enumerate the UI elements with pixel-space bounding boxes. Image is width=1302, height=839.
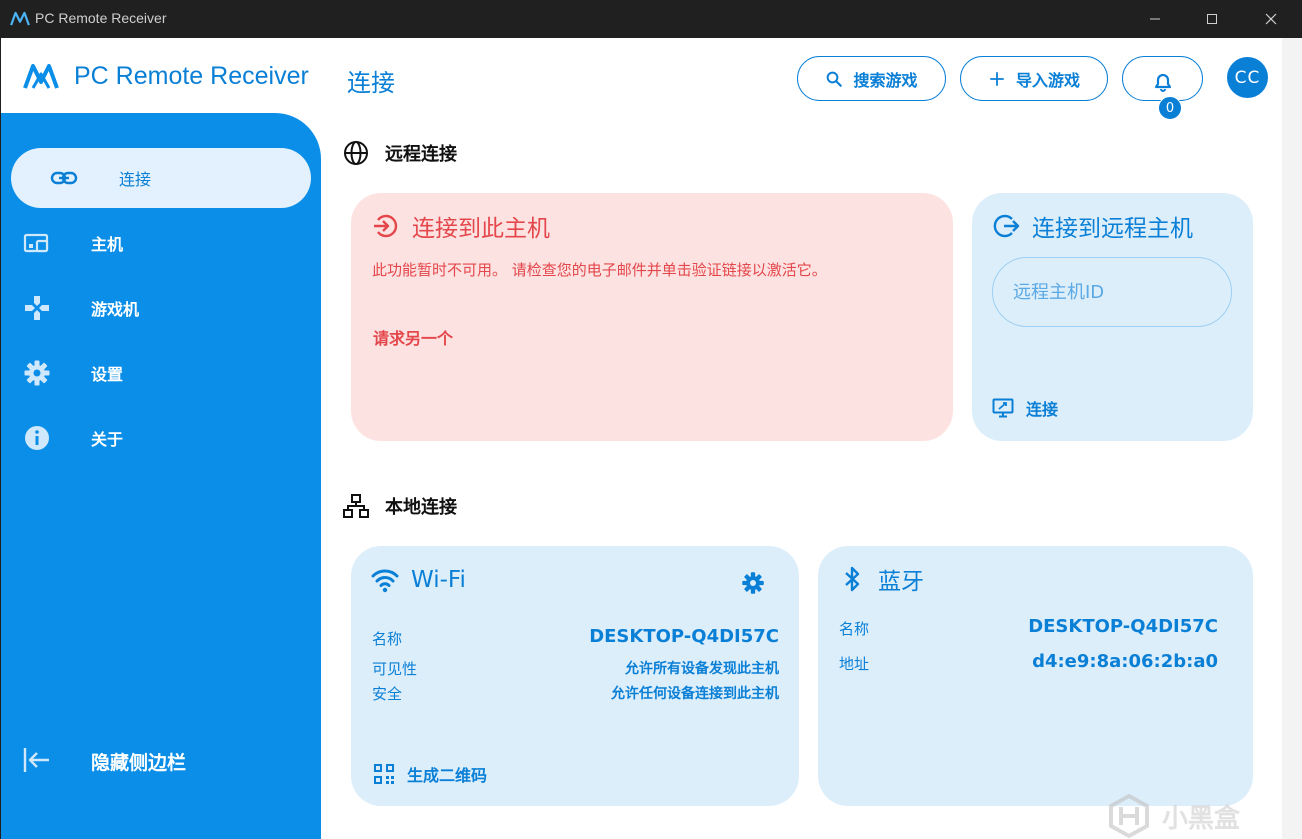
connect-this-host-label: 连接到此主机 [412,216,550,242]
hide-sidebar-label: 隐藏侧边栏 [91,752,187,774]
sidebar-item-label: 连接 [119,170,152,189]
search-games-button[interactable]: 搜索游戏 [797,56,946,101]
remote-host-id-input[interactable] [992,257,1232,327]
watermark: 小黑盒 [1106,786,1266,839]
scrollbar[interactable] [1282,38,1302,839]
sidebar-item-connect[interactable]: 连接 [1,158,321,198]
network-icon [343,494,369,518]
wifi-card: Wi-Fi 名称 DESKTOP-Q4DI57C 可见性 允许所有设备发现此主机… [351,546,799,806]
bell-icon [1154,73,1171,92]
wifi-visibility-label: 可见性 [372,660,418,678]
wifi-icon [371,569,399,593]
import-games-label: 导入游戏 [1015,70,1080,90]
bluetooth-name-label: 名称 [839,620,870,638]
sidebar-item-label: 设置 [91,365,124,384]
bluetooth-title: 蓝牙 [838,562,924,596]
connect-remote-label: 连接 [1026,400,1059,419]
remote-desktop-icon [992,398,1014,418]
sidebar-item-hosts[interactable]: 主机 [1,223,321,263]
sidebar-item-label: 关于 [91,430,124,449]
gear-icon [22,358,52,388]
bluetooth-name-value: DESKTOP-Q4DI57C [1028,616,1218,637]
sidebar-item-label: 主机 [91,235,124,254]
notification-badge: 0 [1158,96,1182,120]
link-icon [49,163,79,193]
plus-icon [990,71,1004,86]
sidebar-item-about[interactable]: 关于 [1,418,321,458]
remote-section-label: 远程连接 [385,144,457,165]
wifi-title: Wi-Fi [371,566,466,594]
qr-code-icon [374,764,394,784]
local-section-title: 本地连接 [343,493,457,519]
devices-icon [22,228,52,258]
sidebar-item-label: 游戏机 [91,300,140,319]
wifi-visibility-value: 允许所有设备发现此主机 [625,661,779,677]
info-icon [22,423,52,453]
sidebar-item-consoles[interactable]: 游戏机 [1,288,321,328]
notifications-button[interactable] [1122,56,1203,101]
watermark-text: 小黑盒 [1162,803,1241,834]
connect-remote-host-label: 连接到远程主机 [1032,216,1193,242]
login-icon [374,214,398,238]
search-games-label: 搜索游戏 [853,70,918,90]
wifi-title-label: Wi-Fi [411,567,466,593]
local-section-label: 本地连接 [385,497,457,518]
minimize-button[interactable] [1132,0,1178,38]
wifi-name-label: 名称 [372,630,403,648]
close-button[interactable] [1248,0,1294,38]
connect-this-host-title: 连接到此主机 [372,209,550,243]
close-icon [1265,13,1277,25]
maximize-button[interactable] [1189,0,1235,38]
title-bar: PC Remote Receiver [0,0,1302,38]
window-title: PC Remote Receiver [35,10,167,26]
app-logo-icon [10,11,30,26]
search-icon [827,71,843,87]
connect-remote-button[interactable]: 连接 [992,396,1058,420]
sidebar: 连接 主机 游戏机 设置 关于 隐藏侧边栏 [1,113,321,839]
wifi-name-value: DESKTOP-Q4DI57C [589,626,779,647]
collapse-icon [23,748,49,772]
bluetooth-title-label: 蓝牙 [878,569,924,595]
app-window: PC Remote Receiver 连接 搜索游戏 导入游戏 0 CC 连接 … [1,38,1282,839]
error-message: 此功能暂时不可用。 请检查您的电子邮件并单击验证链接以激活它。 [372,261,827,279]
bluetooth-card: 蓝牙 名称 DESKTOP-Q4DI57C 地址 d4:e9:8a:06:2b:… [818,546,1253,806]
connect-remote-host-card: 连接到远程主机 连接 [972,193,1253,441]
maximize-icon [1207,14,1217,24]
connect-remote-host-title: 连接到远程主机 [992,209,1193,243]
request-another-link[interactable]: 请求另一个 [373,325,453,349]
wifi-security-value: 允许任何设备连接到此主机 [611,686,779,702]
logout-icon [993,214,1020,238]
bluetooth-address-label: 地址 [839,655,870,673]
page-title: 连接 [347,69,395,97]
avatar[interactable]: CC [1227,57,1268,98]
wifi-settings-gear-icon[interactable] [741,571,765,595]
remote-section-title: 远程连接 [343,140,457,166]
gamepad-icon [22,293,52,323]
watermark-logo-icon [1109,793,1149,839]
import-games-button[interactable]: 导入游戏 [960,56,1108,101]
bluetooth-address-value: d4:e9:8a:06:2b:a0 [1032,651,1218,672]
globe-icon [344,141,368,165]
minimize-icon [1150,18,1160,20]
wifi-security-label: 安全 [372,685,403,703]
hide-sidebar-button[interactable]: 隐藏侧边栏 [1,738,321,782]
brand-name: PC Remote Receiver [74,62,309,90]
connect-this-host-card: 连接到此主机 此功能暂时不可用。 请检查您的电子邮件并单击验证链接以激活它。 请… [351,193,953,441]
generate-qr-button[interactable]: 生成二维码 [373,762,487,786]
sidebar-item-settings[interactable]: 设置 [1,353,321,393]
bluetooth-icon [845,566,860,592]
brand-logo-icon [23,64,59,89]
generate-qr-label: 生成二维码 [407,766,488,785]
